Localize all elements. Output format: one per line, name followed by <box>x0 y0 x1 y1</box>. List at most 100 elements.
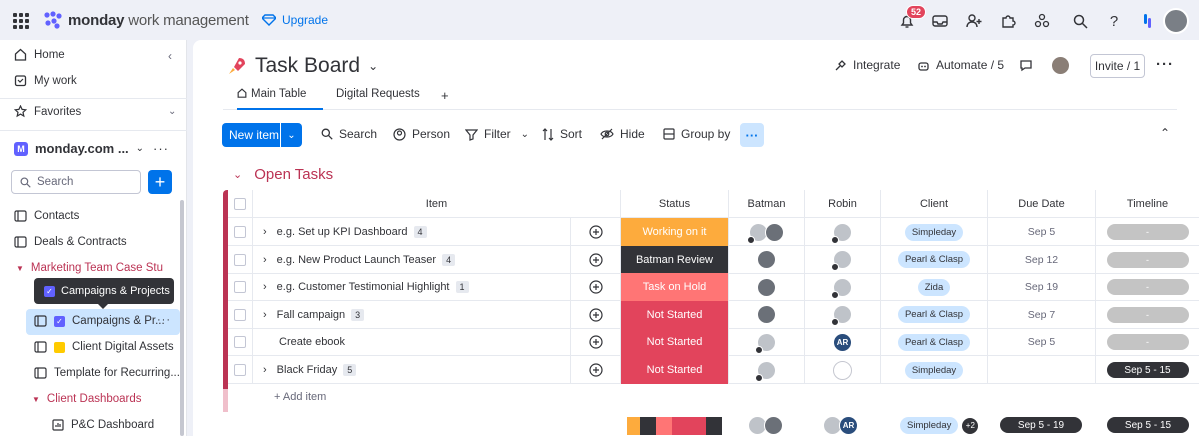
timeline-cell[interactable]: - <box>1096 328 1199 356</box>
expand-chevron-icon[interactable]: › <box>263 226 267 238</box>
add-update-icon[interactable] <box>571 245 621 274</box>
timeline-bar[interactable]: - <box>1106 251 1189 268</box>
sidebar-item-pc-dashboard[interactable]: P&C Dashboard <box>52 419 154 431</box>
sidebar-my-work[interactable]: My work <box>14 74 77 87</box>
add-update-icon[interactable] <box>571 273 621 302</box>
robin-cell[interactable] <box>805 273 881 302</box>
robin-cell[interactable] <box>805 300 881 329</box>
batman-cell[interactable] <box>729 273 805 302</box>
timeline-bar[interactable]: - <box>1106 334 1189 351</box>
row-checkbox[interactable] <box>228 356 253 384</box>
sidebar-folder-client-dashboards[interactable]: ▼ Client Dashboards <box>32 393 142 405</box>
avatar[interactable]: AR <box>833 332 852 352</box>
table-row[interactable]: › e.g. New Product Launch Teaser 4 Batman R… <box>228 245 1199 274</box>
workspace-switch-icon[interactable] <box>1143 13 1153 29</box>
due-date-cell[interactable]: Sep 12 <box>988 245 1096 274</box>
sort-button[interactable]: Sort <box>542 127 582 141</box>
hide-button[interactable]: Hide <box>600 127 645 141</box>
robin-cell[interactable] <box>805 356 881 384</box>
user-avatar[interactable] <box>1163 8 1189 34</box>
group-header[interactable]: ⌄ Open Tasks <box>233 166 333 183</box>
board-more-icon[interactable]: ··· <box>1156 56 1174 73</box>
timeline-bar[interactable]: - <box>1106 224 1189 240</box>
due-date-cell[interactable] <box>988 356 1096 384</box>
sidebar-favorites[interactable]: Favorites <box>14 105 81 118</box>
status-cell[interactable]: Not Started <box>621 356 729 384</box>
expand-chevron-icon[interactable]: › <box>263 309 267 321</box>
client-cell[interactable]: Simpleday <box>881 218 988 246</box>
due-date-cell[interactable]: Sep 19 <box>988 273 1096 302</box>
status-distribution-bar[interactable] <box>627 417 722 435</box>
empty-person-icon[interactable] <box>833 360 852 380</box>
workspace-selector[interactable]: M monday.com ... ⌄ <box>14 141 144 156</box>
add-item-row[interactable]: + Add item <box>228 384 1199 412</box>
chevron-down-icon[interactable]: ⌄ <box>521 129 529 140</box>
add-update-icon[interactable] <box>571 356 621 384</box>
robin-cell[interactable] <box>805 218 881 246</box>
client-cell[interactable]: Simpleday <box>881 356 988 384</box>
sidebar-search-input[interactable]: Search <box>11 170 141 194</box>
column-header-batman[interactable]: Batman <box>729 190 805 218</box>
avatar[interactable] <box>757 277 776 297</box>
batman-cell[interactable] <box>729 328 805 357</box>
timeline-cell[interactable]: - <box>1096 273 1199 301</box>
toolbar-more-button[interactable]: ··· <box>740 123 764 147</box>
add-tab-button[interactable]: + <box>441 88 449 103</box>
timeline-cell[interactable]: Sep 5 - 15 <box>1096 356 1199 384</box>
add-item-button[interactable]: + <box>148 170 172 194</box>
status-cell[interactable]: Not Started <box>621 328 729 357</box>
add-update-icon[interactable] <box>571 300 621 329</box>
batman-cell[interactable] <box>729 218 805 246</box>
new-item-button[interactable]: New item ⌄ <box>222 123 302 147</box>
batman-cell[interactable] <box>729 356 805 384</box>
table-row[interactable]: › Black Friday 5 Not Started Simpleday Sep 5 … <box>228 356 1199 384</box>
status-cell[interactable]: Batman Review <box>621 245 729 274</box>
table-row[interactable]: Create ebook Not Started AR Pearl & Clasp Se… <box>228 328 1199 357</box>
avatar[interactable] <box>755 332 776 354</box>
add-update-icon[interactable] <box>571 218 621 246</box>
item-cell[interactable]: › e.g. New Product Launch Teaser 4 <box>253 245 571 274</box>
item-cell[interactable]: › Fall campaign 3 <box>253 300 571 329</box>
sidebar-item-template[interactable]: Template for Recurring... <box>34 367 180 379</box>
tab-digital-requests[interactable]: Digital Requests <box>336 88 420 100</box>
batman-cell[interactable] <box>729 245 805 274</box>
select-all-checkbox[interactable] <box>228 190 253 218</box>
add-update-icon[interactable] <box>571 328 621 357</box>
item-cell[interactable]: Create ebook <box>253 328 571 357</box>
apps-grid-icon[interactable] <box>13 13 29 29</box>
column-header-status[interactable]: Status <box>621 190 729 218</box>
avatar[interactable] <box>831 222 852 244</box>
filter-button[interactable]: Filter ⌄ <box>465 127 529 141</box>
upgrade-button[interactable]: Upgrade <box>262 13 328 27</box>
integrations-icon[interactable] <box>1033 12 1051 30</box>
timeline-bar[interactable]: Sep 5 - 15 <box>1106 362 1189 378</box>
sidebar-item-deals[interactable]: Deals & Contracts <box>14 236 127 248</box>
avatar[interactable] <box>755 360 776 382</box>
avatar[interactable] <box>831 250 852 272</box>
sidebar-item-campaigns[interactable]: ✓ Campaigns & Pr... <box>34 315 165 327</box>
client-cell[interactable]: Pearl & Clasp <box>881 300 988 329</box>
client-cell[interactable]: Pearl & Clasp <box>881 328 988 357</box>
item-cell[interactable]: › Black Friday 5 <box>253 356 571 384</box>
item-cell[interactable]: › e.g. Customer Testimonial Highlight 1 <box>253 273 571 302</box>
avatar[interactable] <box>831 277 852 299</box>
invite-members-icon[interactable] <box>965 12 983 30</box>
sidebar-item-client-assets[interactable]: Client Digital Assets <box>34 341 174 353</box>
robin-cell[interactable] <box>805 245 881 274</box>
due-date-cell[interactable]: Sep 7 <box>988 300 1096 329</box>
avatar[interactable] <box>757 250 776 270</box>
row-checkbox[interactable] <box>228 245 253 274</box>
row-checkbox[interactable] <box>228 300 253 329</box>
comment-icon[interactable] <box>1019 58 1033 72</box>
sidebar-home[interactable]: Home <box>14 48 65 61</box>
column-header-due-date[interactable]: Due Date <box>988 190 1096 218</box>
column-header-item[interactable]: Item <box>253 190 621 218</box>
timeline-cell[interactable]: - <box>1096 301 1199 329</box>
sidebar-folder-marketing[interactable]: ▼ Marketing Team Case Stu <box>16 262 163 274</box>
expand-chevron-icon[interactable]: › <box>263 254 267 266</box>
column-header-timeline[interactable]: Timeline <box>1096 190 1199 218</box>
invite-button[interactable]: Invite / 1 <box>1090 54 1145 78</box>
board-title[interactable]: Task Board ⌄ <box>227 54 378 78</box>
search-button[interactable]: Search <box>321 127 377 141</box>
item-more-icon[interactable]: ··· <box>157 314 171 326</box>
